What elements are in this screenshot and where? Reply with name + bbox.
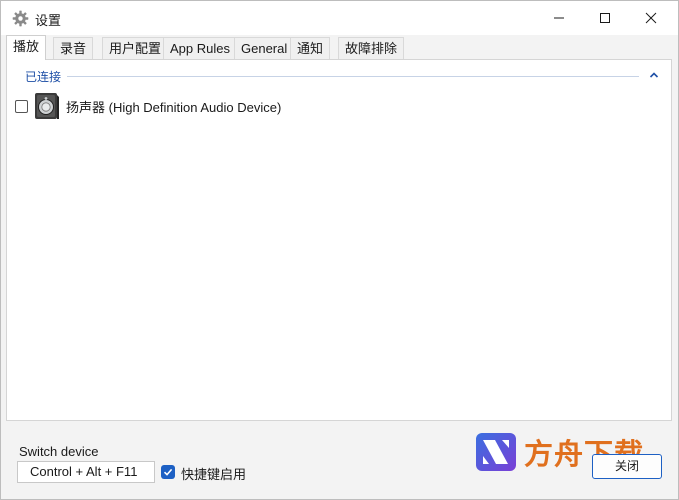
speaker-icon xyxy=(35,93,59,119)
checkmark-icon xyxy=(163,468,173,476)
tab-app-rules[interactable]: App Rules xyxy=(163,37,237,60)
hotkey-field[interactable]: Control + Alt + F11 xyxy=(17,461,155,483)
tab-playback[interactable]: 播放 xyxy=(6,35,47,60)
tab-strip: 播放 录音 用户配置 App Rules General 通知 故障排除 xyxy=(1,35,678,60)
device-checkbox[interactable] xyxy=(15,99,28,113)
chevron-up-icon[interactable] xyxy=(649,70,659,80)
group-divider xyxy=(67,76,639,77)
switch-device-label: Switch device xyxy=(19,444,99,459)
watermark-logo-icon xyxy=(476,433,516,471)
title-bar: 设置 xyxy=(1,1,678,35)
device-name: 扬声器 (High Definition Audio Device) xyxy=(66,99,282,115)
tab-general[interactable]: General xyxy=(234,37,295,60)
group-title: 已连接 xyxy=(25,68,66,85)
window-title: 设置 xyxy=(35,13,62,28)
maximize-icon xyxy=(600,13,610,23)
close-button[interactable]: 关闭 xyxy=(592,454,662,479)
minimize-button[interactable] xyxy=(536,1,582,35)
settings-window: 设置 播放 录音 用户配置 App Rules General 通知 故障排除 … xyxy=(0,0,679,500)
hotkey-enabled-label: 快捷键启用 xyxy=(181,467,247,482)
gear-icon xyxy=(12,10,29,27)
close-window-button[interactable] xyxy=(628,1,674,35)
hotkey-enabled-checkbox[interactable] xyxy=(161,465,175,479)
close-icon xyxy=(645,12,657,24)
list-item[interactable]: 扬声器 (High Definition Audio Device) xyxy=(15,91,281,121)
tab-recording[interactable]: 录音 xyxy=(53,37,94,60)
minimize-icon xyxy=(554,17,564,19)
tab-notifications[interactable]: 通知 xyxy=(290,37,331,60)
tab-troubleshoot[interactable]: 故障排除 xyxy=(338,37,405,60)
device-list-panel: 已连接 扬声器 (High Definition Audio Device) xyxy=(6,59,672,421)
tab-profiles[interactable]: 用户配置 xyxy=(102,37,169,60)
maximize-button[interactable] xyxy=(582,1,628,35)
connected-group-header[interactable]: 已连接 xyxy=(17,68,661,85)
